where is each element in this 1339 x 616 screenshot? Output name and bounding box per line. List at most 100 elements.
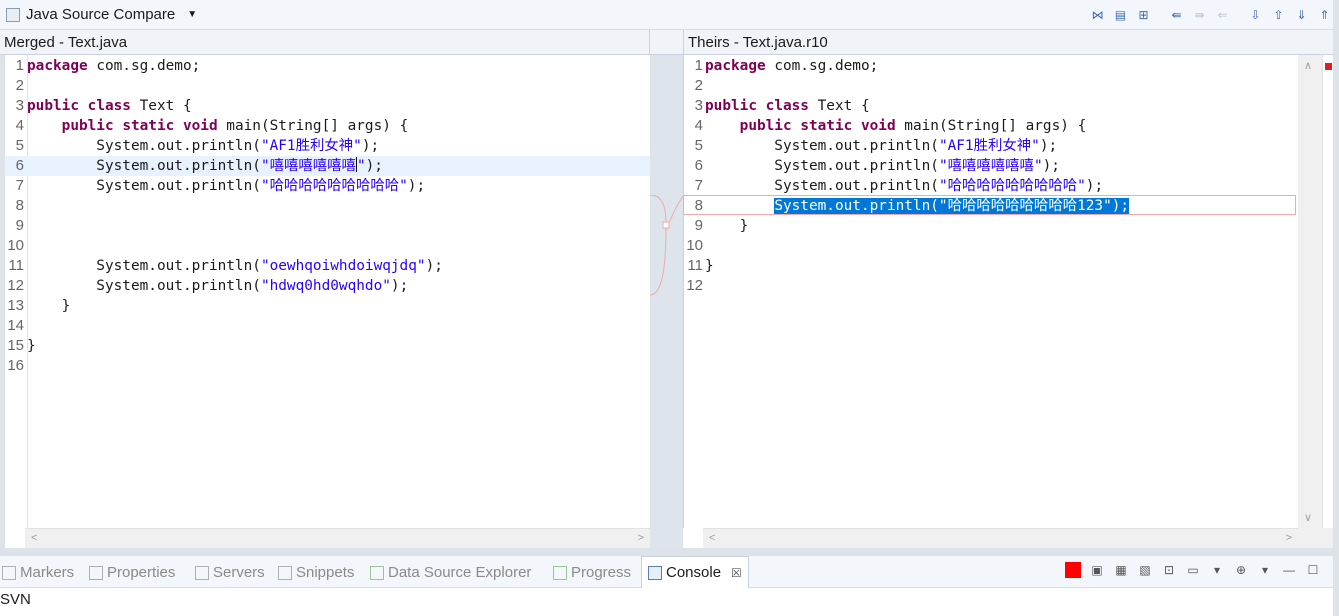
code-line[interactable]: 5 System.out.println("AF1胜利女神");	[684, 136, 1298, 156]
code-token: );	[365, 158, 383, 174]
clear-console-icon[interactable]: ▧	[1137, 562, 1153, 578]
line-number: 5	[15, 137, 24, 154]
two-way-compare-icon[interactable]: ⊞	[1135, 6, 1152, 23]
scroll-left-icon[interactable]: <	[31, 532, 37, 544]
view-separator[interactable]	[0, 548, 1339, 556]
scroll-left-icon[interactable]: <	[709, 532, 715, 544]
display-console-icon[interactable]: ▭	[1185, 562, 1201, 578]
code-line[interactable]: 3 public class Text {	[684, 96, 1298, 116]
center-header	[650, 30, 683, 55]
previous-difference-icon[interactable]: ⇧	[1270, 6, 1287, 23]
code-token: );	[1085, 178, 1104, 194]
code-line[interactable]: 7 System.out.println("哈哈哈哈哈哈哈哈哈");	[684, 176, 1298, 196]
chevron-down-icon[interactable]: ▾	[1257, 562, 1273, 578]
scroll-right-icon[interactable]: >	[638, 532, 644, 544]
code-line[interactable]: 7 System.out.println("哈哈哈哈哈哈哈哈哈");	[5, 176, 650, 196]
code-line[interactable]: 15}	[5, 336, 650, 356]
tab-data-source-explorer[interactable]: Data Source Explorer	[370, 564, 531, 581]
diff-block-right[interactable]	[683, 195, 1296, 215]
code-line[interactable]: 4 public static void main(String[] args)…	[684, 116, 1298, 136]
line-code: System.out.println("AF1胜利女神");	[705, 136, 1057, 156]
compare-viewer-switcher[interactable]: Java Source Compare ▼	[6, 6, 197, 23]
pin-console-icon[interactable]: ⊡	[1161, 562, 1177, 578]
code-line[interactable]: 3 public class Text {	[5, 96, 650, 116]
code-token: System.out.println(	[27, 278, 261, 294]
line-number: 7	[694, 177, 703, 194]
next-difference-icon[interactable]: ⇩	[1247, 6, 1264, 23]
line-code: System.out.println("嘻嘻嘻嘻嘻嘻");	[705, 156, 1060, 176]
string-token: "hdwq0hd0wqhdo"	[260, 278, 391, 294]
right-editor[interactable]: 1 package com.sg.demo; 2 3 public class Text…	[683, 55, 1298, 528]
properties-icon	[89, 565, 103, 580]
right-horizontal-scrollbar[interactable]: < >	[703, 528, 1298, 548]
overview-ruler[interactable]	[1322, 55, 1333, 528]
code-line[interactable]: 11 System.out.println("oewhqoiwhdoiwqjdq…	[5, 256, 650, 276]
tab-servers[interactable]: Servers	[195, 564, 265, 581]
tab-markers[interactable]: Markers	[2, 564, 74, 581]
code-line[interactable]: 6 System.out.println("嘻嘻嘻嘻嘻嘻");	[5, 156, 650, 176]
code-line[interactable]: 12 System.out.println("hdwq0hd0wqhdo");	[5, 276, 650, 296]
tab-progress[interactable]: Progress	[553, 564, 631, 581]
code-line[interactable]: 16	[5, 356, 650, 376]
copy-current-change-icon[interactable]: ⇐	[1214, 6, 1231, 23]
scroll-up-icon[interactable]: ∧	[1304, 59, 1312, 72]
line-code: public static void main(String[] args) {	[27, 116, 409, 136]
previous-change-icon[interactable]: ⇑	[1316, 6, 1333, 23]
line-number: 5	[694, 137, 703, 154]
left-horizontal-scrollbar[interactable]: < >	[25, 528, 650, 548]
code-line[interactable]: 4 public static void main(String[] args)…	[5, 116, 650, 136]
string-token: "哈哈哈哈哈哈哈哈哈"	[938, 178, 1086, 194]
code-line[interactable]: 6 System.out.println("嘻嘻嘻嘻嘻嘻");	[684, 156, 1298, 176]
open-console-icon[interactable]: ⊕	[1233, 562, 1249, 578]
code-line[interactable]: 1 package com.sg.demo;	[684, 56, 1298, 76]
code-line[interactable]: 9	[5, 216, 650, 236]
code-line[interactable]: 13 }	[5, 296, 650, 316]
console-output[interactable]: SVN	[0, 588, 1333, 616]
code-line[interactable]: 9 }	[684, 216, 1298, 236]
chevron-down-icon[interactable]: ▼	[187, 9, 197, 20]
code-line[interactable]: 2	[5, 76, 650, 96]
line-number: 4	[15, 117, 24, 134]
line-code: }	[27, 296, 71, 316]
code-line[interactable]: 14	[5, 316, 650, 336]
code-line[interactable]: 10	[5, 236, 650, 256]
code-line[interactable]: 11}	[684, 256, 1298, 276]
right-vertical-scrollbar[interactable]: ∧ ∨	[1298, 55, 1322, 528]
minimize-icon[interactable]: —	[1281, 562, 1297, 578]
show-ancestor-icon[interactable]: ▤	[1112, 6, 1129, 23]
ignore-whitespace-icon[interactable]: ⋈	[1089, 6, 1106, 23]
remove-launch-icon[interactable]: ▣	[1089, 562, 1105, 578]
code-token: System.out.println(	[27, 178, 261, 194]
scroll-right-icon[interactable]: >	[1286, 532, 1292, 544]
keyword-token: package	[705, 58, 766, 74]
maximize-icon[interactable]: ☐	[1305, 562, 1321, 578]
scroll-down-icon[interactable]: ∨	[1304, 511, 1312, 524]
line-number: 16	[7, 357, 24, 374]
line-number: 4	[694, 117, 703, 134]
diff-connector[interactable]	[650, 195, 683, 296]
compare-viewer-icon	[6, 7, 20, 22]
left-editor[interactable]: 1 package com.sg.demo; 2 3 public class Text…	[5, 55, 650, 528]
remove-all-launches-icon[interactable]: ▦	[1113, 562, 1129, 578]
keyword-token: public	[739, 118, 792, 134]
code-line[interactable]: 2	[684, 76, 1298, 96]
chevron-down-icon[interactable]: ▾	[1209, 562, 1225, 578]
tab-snippets[interactable]: Snippets	[278, 564, 354, 581]
keyword-token: static	[800, 118, 853, 134]
code-line[interactable]: 5 System.out.println("AF1胜利女神");	[5, 136, 650, 156]
next-change-icon[interactable]: ⇓	[1293, 6, 1310, 23]
tab-properties[interactable]: Properties	[89, 564, 175, 581]
copy-all-left-icon[interactable]: ⇚	[1168, 6, 1185, 23]
code-token: System.out.println(	[705, 158, 939, 174]
tab-console[interactable]: Console ☒	[641, 556, 749, 588]
close-icon[interactable]: ☒	[731, 566, 742, 580]
difference-marker[interactable]	[1325, 63, 1332, 70]
terminate-icon[interactable]	[1065, 562, 1081, 578]
code-line[interactable]: 1 package com.sg.demo;	[5, 56, 650, 76]
code-line[interactable]: 12	[684, 276, 1298, 296]
code-line[interactable]: 10	[684, 236, 1298, 256]
code-line[interactable]: 8	[5, 196, 650, 216]
copy-all-right-icon[interactable]: ⇛	[1191, 6, 1208, 23]
